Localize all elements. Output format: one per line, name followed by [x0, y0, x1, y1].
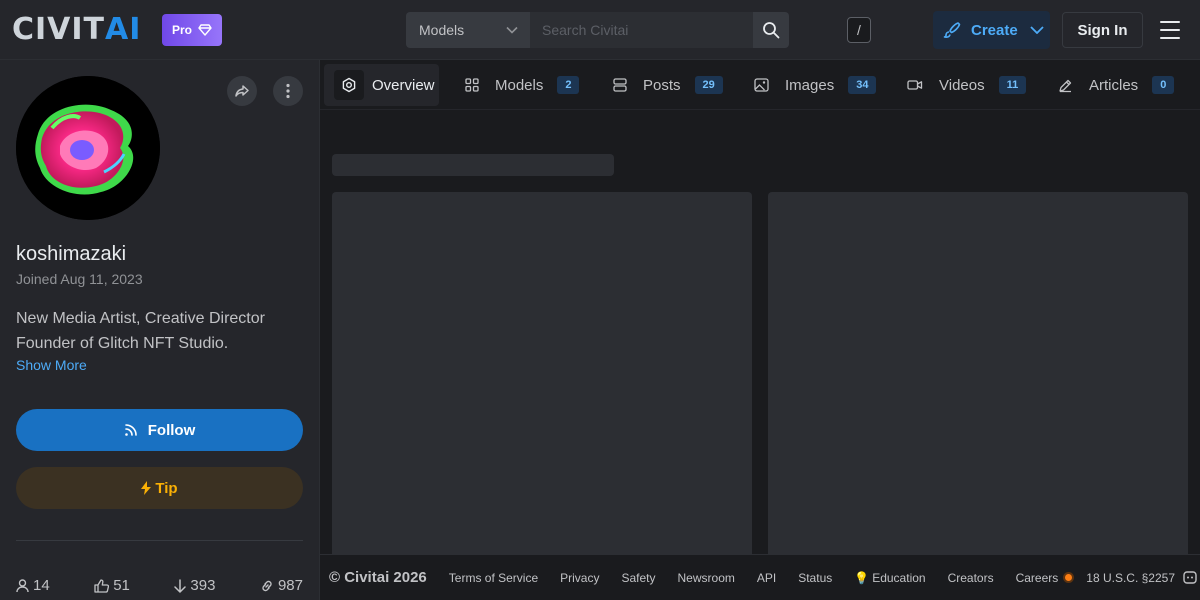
posts-icon: [613, 78, 627, 92]
search-category-value: Models: [419, 22, 465, 38]
notification-dot-icon: [1065, 574, 1073, 581]
footer-link-label: Careers: [1015, 570, 1059, 585]
tab-overview[interactable]: Overview: [324, 64, 439, 106]
search-icon: [762, 21, 780, 39]
overview-content: [320, 111, 1200, 562]
tab-label: Articles: [1089, 76, 1139, 94]
profile-stats: 14 51 393 987: [16, 577, 303, 594]
followers-stat[interactable]: 14: [16, 577, 50, 594]
tab-count-badge: 0: [1152, 76, 1175, 94]
link-icon: [260, 579, 274, 593]
downloads-stat: 393: [174, 577, 215, 594]
username: koshimazaki: [16, 243, 127, 265]
show-more-link[interactable]: Show More: [16, 357, 87, 373]
copyright: © Civitai 2026: [329, 569, 427, 586]
pencil-icon: [1058, 78, 1073, 93]
links-stat: 987: [260, 577, 303, 594]
more-options-button[interactable]: [273, 76, 303, 106]
video-icon: [907, 79, 923, 91]
likes-stat: 51: [94, 577, 130, 594]
search-bar: Models /: [406, 12, 871, 48]
tip-button[interactable]: Tip: [16, 467, 303, 509]
share-button[interactable]: [227, 76, 257, 106]
footer-link-privacy[interactable]: Privacy: [560, 571, 599, 585]
chevron-down-icon: [506, 26, 518, 34]
grid-icon: [465, 78, 479, 92]
image-icon: [754, 78, 769, 92]
pro-button[interactable]: Pro: [162, 14, 222, 46]
search-button[interactable]: [753, 12, 789, 48]
top-header: CIVITAI Pro Models / Create: [0, 0, 1200, 60]
links-count: 987: [277, 577, 303, 594]
follow-button[interactable]: Follow: [16, 409, 303, 451]
civitai-logo[interactable]: CIVIT AI: [12, 15, 141, 45]
tab-images[interactable]: Images 34: [754, 64, 877, 106]
bolt-icon: [141, 481, 152, 495]
loading-skeleton-card: [768, 192, 1188, 562]
tab-label: Posts: [643, 76, 681, 94]
create-dropdown-toggle[interactable]: [1023, 11, 1050, 49]
footer-link-status[interactable]: Status: [798, 571, 832, 585]
arrow-down-icon: [174, 578, 187, 593]
footer-link-api[interactable]: API: [757, 571, 776, 585]
footer-link-2257[interactable]: 18 U.S.C. §2257: [1086, 571, 1175, 585]
footer-link-label: Education: [872, 570, 926, 585]
tab-articles[interactable]: Articles 0: [1058, 64, 1175, 106]
tab-count-badge: 11: [998, 76, 1027, 94]
pro-label: Pro: [171, 23, 192, 37]
search-input[interactable]: [530, 12, 753, 48]
support-icon[interactable]: [1183, 570, 1197, 586]
footer-link-terms[interactable]: Terms of Service: [449, 571, 538, 585]
menu-icon[interactable]: [1158, 19, 1182, 41]
profile-tabs: Overview Models 2 Posts 29 Images 34 Vid…: [320, 60, 1200, 110]
tab-label: Videos: [939, 76, 985, 94]
joined-date: Joined Aug 11, 2023: [16, 271, 143, 287]
user-icon: [16, 578, 29, 593]
tab-videos[interactable]: Videos 11: [907, 64, 1027, 106]
loading-skeleton-card: [332, 192, 752, 562]
footer-link-careers[interactable]: Careers: [1016, 571, 1073, 585]
tab-count-badge: 2: [557, 76, 580, 94]
tip-label: Tip: [155, 479, 178, 497]
create-label: Create: [971, 21, 1018, 39]
footer: © Civitai 2026 Terms of Service Privacy …: [320, 554, 1200, 600]
search-shortcut-key: /: [847, 17, 871, 43]
followers-count: 14: [33, 577, 50, 594]
loading-skeleton-title: [332, 154, 614, 176]
tab-count-badge: 29: [694, 76, 723, 94]
diamond-icon: [198, 24, 212, 36]
profile-sidebar: koshimazaki Joined Aug 11, 2023 New Medi…: [0, 60, 320, 600]
thumb-up-icon: [94, 578, 110, 593]
downloads-count: 393: [190, 577, 216, 594]
tab-models[interactable]: Models 2: [465, 64, 580, 106]
bio-line: Founder of Glitch NFT Studio.: [16, 335, 229, 352]
bio-line: New Media Artist, Creative Director: [16, 310, 265, 327]
likes-count: 51: [113, 577, 130, 594]
lightbulb-icon: 💡: [854, 570, 870, 585]
create-button-group: Create: [933, 11, 1050, 49]
bio: New Media Artist, Creative Director Foun…: [16, 306, 306, 356]
search-category-select[interactable]: Models: [406, 12, 530, 48]
tab-posts[interactable]: Posts 29: [613, 64, 723, 106]
dots-vertical-icon: [286, 83, 290, 99]
footer-link-education[interactable]: 💡 Education: [854, 571, 925, 585]
share-icon: [234, 83, 250, 99]
rss-icon: [124, 423, 138, 437]
follow-label: Follow: [147, 421, 196, 439]
chevron-down-icon: [1029, 26, 1044, 34]
tab-label: Overview: [372, 76, 435, 94]
divider: [16, 540, 303, 541]
tab-label: Models: [495, 76, 544, 94]
overview-icon: [334, 70, 364, 100]
footer-link-safety[interactable]: Safety: [621, 571, 655, 585]
tab-count-badge: 34: [848, 76, 877, 94]
footer-link-creators[interactable]: Creators: [948, 571, 994, 585]
tab-label: Images: [785, 76, 835, 94]
footer-link-newsroom[interactable]: Newsroom: [678, 571, 735, 585]
brush-icon: [943, 21, 961, 39]
create-button[interactable]: Create: [933, 11, 1023, 49]
avatar: [16, 76, 160, 220]
sign-in-button[interactable]: Sign In: [1062, 12, 1143, 48]
